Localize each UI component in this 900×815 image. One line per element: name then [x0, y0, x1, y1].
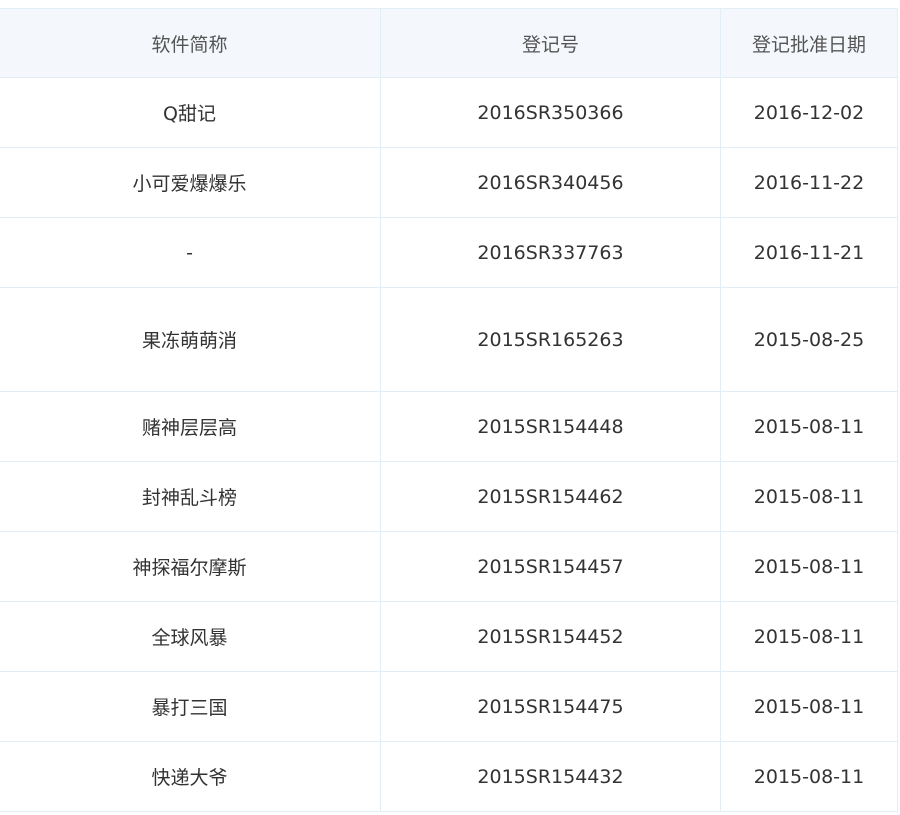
approval-date-cell: 2015-08-11 — [720, 601, 898, 672]
table-body: Q甜记 2016SR350366 2016-12-02 小可爱爆爆乐 2016S… — [0, 77, 898, 812]
software-name-cell: 小可爱爆爆乐 — [0, 147, 381, 218]
registration-number-cell: 2015SR154432 — [380, 741, 721, 812]
approval-date-cell: 2016-11-22 — [720, 147, 898, 218]
software-name-cell: Q甜记 — [0, 77, 381, 148]
table-header: 软件简称 登记号 登记批准日期 — [0, 8, 898, 78]
registration-number-cell: 2016SR337763 — [380, 217, 721, 288]
registration-number-cell: 2015SR165263 — [380, 287, 721, 392]
approval-date-cell: 2016-11-21 — [720, 217, 898, 288]
approval-date-cell: 2015-08-11 — [720, 531, 898, 602]
column-header-software-name: 软件简称 — [0, 8, 381, 78]
registration-number-cell: 2016SR340456 — [380, 147, 721, 218]
registration-number-cell: 2015SR154457 — [380, 531, 721, 602]
software-name-cell: 神探福尔摩斯 — [0, 531, 381, 602]
approval-date-cell: 2015-08-11 — [720, 461, 898, 532]
registration-number-cell: 2015SR154448 — [380, 391, 721, 462]
header-row: 软件简称 登记号 登记批准日期 — [0, 8, 898, 78]
table-row: 快递大爷 2015SR154432 2015-08-11 — [0, 741, 898, 812]
approval-date-cell: 2015-08-11 — [720, 741, 898, 812]
table-row: 全球风暴 2015SR154452 2015-08-11 — [0, 601, 898, 672]
table-row: Q甜记 2016SR350366 2016-12-02 — [0, 77, 898, 148]
table-row: 封神乱斗榜 2015SR154462 2015-08-11 — [0, 461, 898, 532]
approval-date-cell: 2015-08-11 — [720, 671, 898, 742]
table-row: 果冻萌萌消 2015SR165263 2015-08-25 — [0, 287, 898, 392]
registration-number-cell: 2015SR154462 — [380, 461, 721, 532]
approval-date-cell: 2015-08-25 — [720, 287, 898, 392]
software-name-cell: 封神乱斗榜 — [0, 461, 381, 532]
registration-number-cell: 2015SR154452 — [380, 601, 721, 672]
software-copyright-table-container: 软件简称 登记号 登记批准日期 Q甜记 2016SR350366 2016-12… — [0, 0, 900, 815]
approval-date-cell: 2016-12-02 — [720, 77, 898, 148]
table-row: - 2016SR337763 2016-11-21 — [0, 217, 898, 288]
registration-number-cell: 2015SR154475 — [380, 671, 721, 742]
table-row: 神探福尔摩斯 2015SR154457 2015-08-11 — [0, 531, 898, 602]
software-name-cell: 果冻萌萌消 — [0, 287, 381, 392]
column-header-approval-date: 登记批准日期 — [720, 8, 898, 78]
registration-number-cell: 2016SR350366 — [380, 77, 721, 148]
software-copyright-table: 软件简称 登记号 登记批准日期 Q甜记 2016SR350366 2016-12… — [0, 8, 898, 812]
table-row: 赌神层层高 2015SR154448 2015-08-11 — [0, 391, 898, 462]
software-name-cell: 快递大爷 — [0, 741, 381, 812]
column-header-registration-number: 登记号 — [380, 8, 721, 78]
table-row: 暴打三国 2015SR154475 2015-08-11 — [0, 671, 898, 742]
approval-date-cell: 2015-08-11 — [720, 391, 898, 462]
software-name-cell: - — [0, 217, 381, 288]
software-name-cell: 暴打三国 — [0, 671, 381, 742]
software-name-cell: 全球风暴 — [0, 601, 381, 672]
software-name-cell: 赌神层层高 — [0, 391, 381, 462]
table-row: 小可爱爆爆乐 2016SR340456 2016-11-22 — [0, 147, 898, 218]
